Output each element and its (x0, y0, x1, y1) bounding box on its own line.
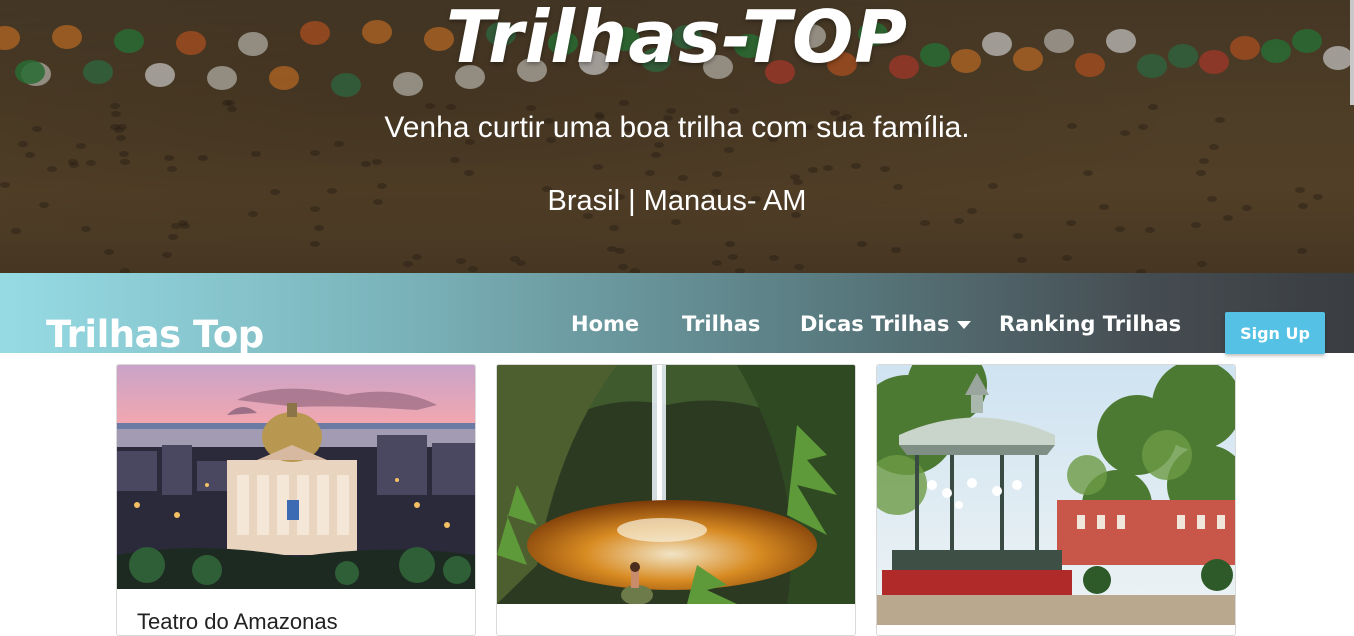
card-praca[interactable] (876, 364, 1236, 636)
page-scrollbar[interactable] (1350, 0, 1354, 105)
navbar: Trilhas Top Home Trilhas Dicas Trilhas R… (0, 273, 1354, 356)
card-image-teatro (117, 365, 475, 589)
brand-logo[interactable]: Trilhas Top (46, 313, 264, 357)
card-cachoeira[interactable] (496, 364, 856, 636)
hero-title: Trilhas-TOP (445, 0, 909, 79)
nav-trilhas[interactable]: Trilhas (682, 311, 760, 337)
hero-subtitle: Venha curtir uma boa trilha com sua famí… (384, 111, 970, 144)
nav-ranking-trilhas[interactable]: Ranking Trilhas (999, 311, 1181, 337)
hero-location: Brasil | Manaus- AM (547, 185, 807, 217)
nav-dicas-trilhas[interactable]: Dicas Trilhas (800, 311, 972, 337)
card-title-teatro: Teatro do Amazonas (137, 609, 338, 634)
hero-banner: Trilhas-TOP Venha curtir uma boa trilha … (0, 0, 1354, 273)
card-teatro[interactable]: Teatro do Amazonas (116, 364, 476, 636)
caret-down-icon (957, 321, 972, 329)
signup-button[interactable]: Sign Up (1225, 312, 1325, 354)
card-image-cachoeira (497, 365, 855, 604)
nav-dicas-label: Dicas Trilhas (800, 312, 950, 336)
card-image-praca (877, 365, 1235, 625)
nav-home[interactable]: Home (571, 311, 639, 337)
